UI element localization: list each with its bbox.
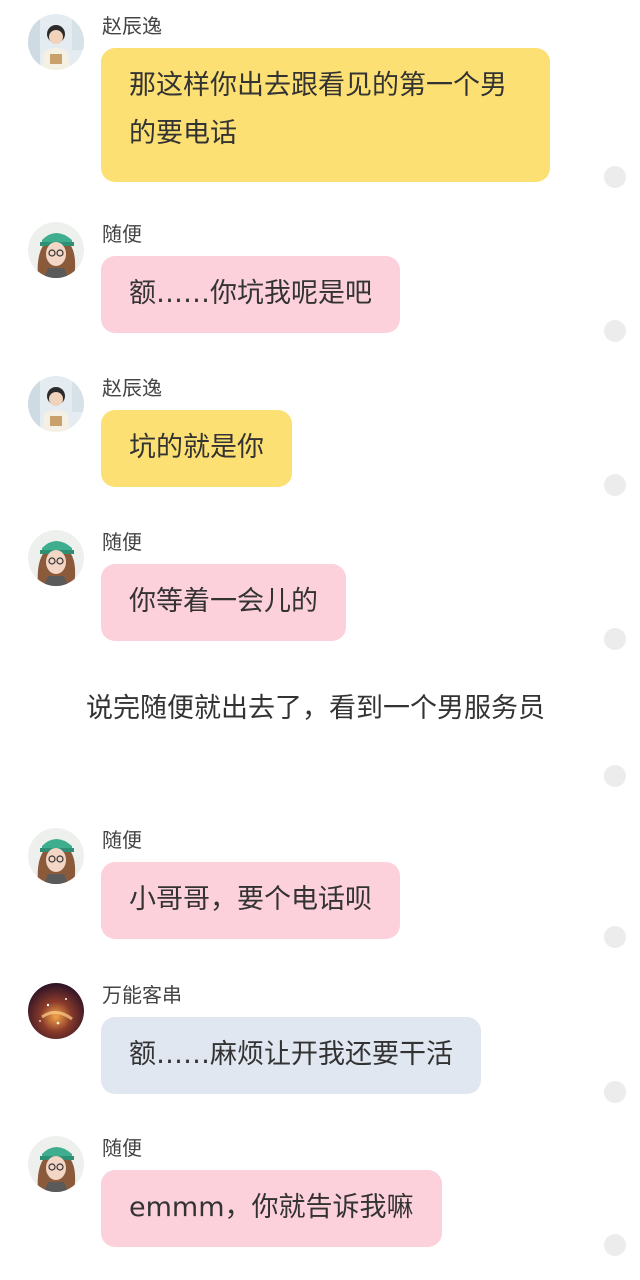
sender-name: 随便 — [102, 828, 142, 852]
girl-avatar-icon[interactable] — [28, 1136, 84, 1192]
sender-name: 随便 — [102, 222, 142, 246]
message-bubble[interactable]: 额……你坑我呢是吧 — [101, 256, 400, 333]
status-dot — [604, 926, 626, 948]
message-bubble[interactable]: emmm，你就告诉我嘛 — [101, 1170, 442, 1247]
sender-name: 赵辰逸 — [102, 376, 162, 400]
boy-avatar-icon[interactable] — [28, 376, 84, 432]
galaxy-avatar-icon[interactable] — [28, 983, 84, 1039]
sender-name: 赵辰逸 — [102, 14, 162, 38]
message-bubble[interactable]: 额……麻烦让开我还要干活 — [101, 1017, 481, 1094]
message-bubble[interactable]: 小哥哥，要个电话呗 — [101, 862, 400, 939]
sender-name: 随便 — [102, 530, 142, 554]
message-bubble[interactable]: 那这样你出去跟看见的第一个男的要电话 — [101, 48, 550, 182]
status-dot — [604, 166, 626, 188]
status-dot — [604, 1234, 626, 1256]
girl-avatar-icon[interactable] — [28, 530, 84, 586]
boy-avatar-icon[interactable] — [28, 14, 84, 70]
narration-text: 说完随便就出去了，看到一个男服务员 — [86, 693, 545, 724]
status-dot — [604, 765, 626, 787]
status-dot — [604, 320, 626, 342]
sender-name: 万能客串 — [102, 983, 182, 1007]
girl-avatar-icon[interactable] — [28, 828, 84, 884]
girl-avatar-icon[interactable] — [28, 222, 84, 278]
status-dot — [604, 1081, 626, 1103]
message-bubble[interactable]: 你等着一会儿的 — [101, 564, 346, 641]
status-dot — [604, 474, 626, 496]
message-bubble[interactable]: 坑的就是你 — [101, 410, 292, 487]
status-dot — [604, 628, 626, 650]
sender-name: 随便 — [102, 1136, 142, 1160]
